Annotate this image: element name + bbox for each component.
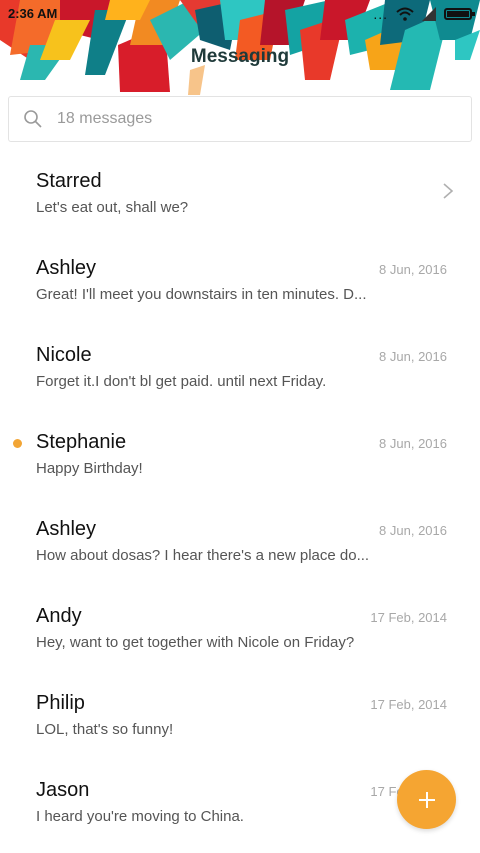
conversation-name: Stephanie bbox=[36, 431, 127, 453]
search-input[interactable]: 18 messages bbox=[57, 110, 152, 128]
unread-indicator-icon bbox=[13, 439, 22, 448]
conversation-preview: Let's eat out, shall we? bbox=[36, 199, 189, 216]
conversation-row[interactable]: Nicole 8 Jun, 2016 Forget it.I don't bl … bbox=[0, 316, 480, 403]
conversation-name: Starred bbox=[36, 170, 102, 192]
conversation-name: Andy bbox=[36, 605, 82, 627]
conversation-name: Jason bbox=[36, 779, 90, 801]
wifi-icon bbox=[396, 7, 414, 21]
conversation-row[interactable]: Stephanie 8 Jun, 2016 Happy Birthday! bbox=[0, 403, 480, 490]
page-title: Messaging bbox=[190, 46, 290, 67]
conversation-row[interactable]: Andy 17 Feb, 2014 Hey, want to get toget… bbox=[0, 577, 480, 664]
conversation-name: Nicole bbox=[36, 344, 92, 366]
battery-icon bbox=[444, 8, 475, 20]
search-bar[interactable]: 18 messages bbox=[8, 96, 472, 142]
conversation-preview: Great! I'll meet you downstairs in ten m… bbox=[36, 286, 367, 303]
conversation-preview: How about dosas? I hear there's a new pl… bbox=[36, 547, 370, 564]
plus-icon bbox=[418, 791, 435, 808]
conversation-row[interactable]: Ashley 8 Jun, 2016 How about dosas? I he… bbox=[0, 490, 480, 577]
conversation-preview: Happy Birthday! bbox=[36, 460, 143, 477]
status-icons: ... bbox=[373, 5, 475, 23]
notification-dots-icon: ... bbox=[373, 6, 388, 22]
new-message-button[interactable] bbox=[397, 770, 456, 829]
conversation-row[interactable]: Philip 17 Feb, 2014 LOL, that's so funny… bbox=[0, 664, 480, 751]
conversation-date: 8 Jun, 2016 bbox=[379, 262, 447, 277]
conversation-name: Ashley bbox=[36, 257, 97, 279]
status-bar: 2:36 AM ... bbox=[0, 0, 480, 28]
conversation-date: 17 Feb, 2014 bbox=[370, 610, 447, 625]
conversation-list: Starred Let's eat out, shall we? Ashley … bbox=[0, 142, 480, 838]
conversation-date: 8 Jun, 2016 bbox=[379, 436, 447, 451]
signal-icon bbox=[422, 7, 436, 21]
conversation-name: Philip bbox=[36, 692, 85, 714]
chevron-right-icon bbox=[443, 183, 454, 199]
conversation-date: 17 Feb, 2014 bbox=[370, 697, 447, 712]
conversation-preview: Forget it.I don't bl get paid. until nex… bbox=[36, 373, 327, 390]
search-icon bbox=[24, 110, 42, 128]
conversation-row[interactable]: Ashley 8 Jun, 2016 Great! I'll meet you … bbox=[0, 229, 480, 316]
status-time: 2:36 AM bbox=[8, 6, 58, 21]
conversation-preview: Hey, want to get together with Nicole on… bbox=[36, 634, 355, 651]
starred-folder-row[interactable]: Starred Let's eat out, shall we? bbox=[0, 142, 480, 229]
conversation-preview: LOL, that's so funny! bbox=[36, 721, 174, 738]
conversation-preview: I heard you're moving to China. bbox=[36, 808, 244, 825]
conversation-date: 8 Jun, 2016 bbox=[379, 349, 447, 364]
conversation-name: Ashley bbox=[36, 518, 97, 540]
conversation-date: 8 Jun, 2016 bbox=[379, 523, 447, 538]
